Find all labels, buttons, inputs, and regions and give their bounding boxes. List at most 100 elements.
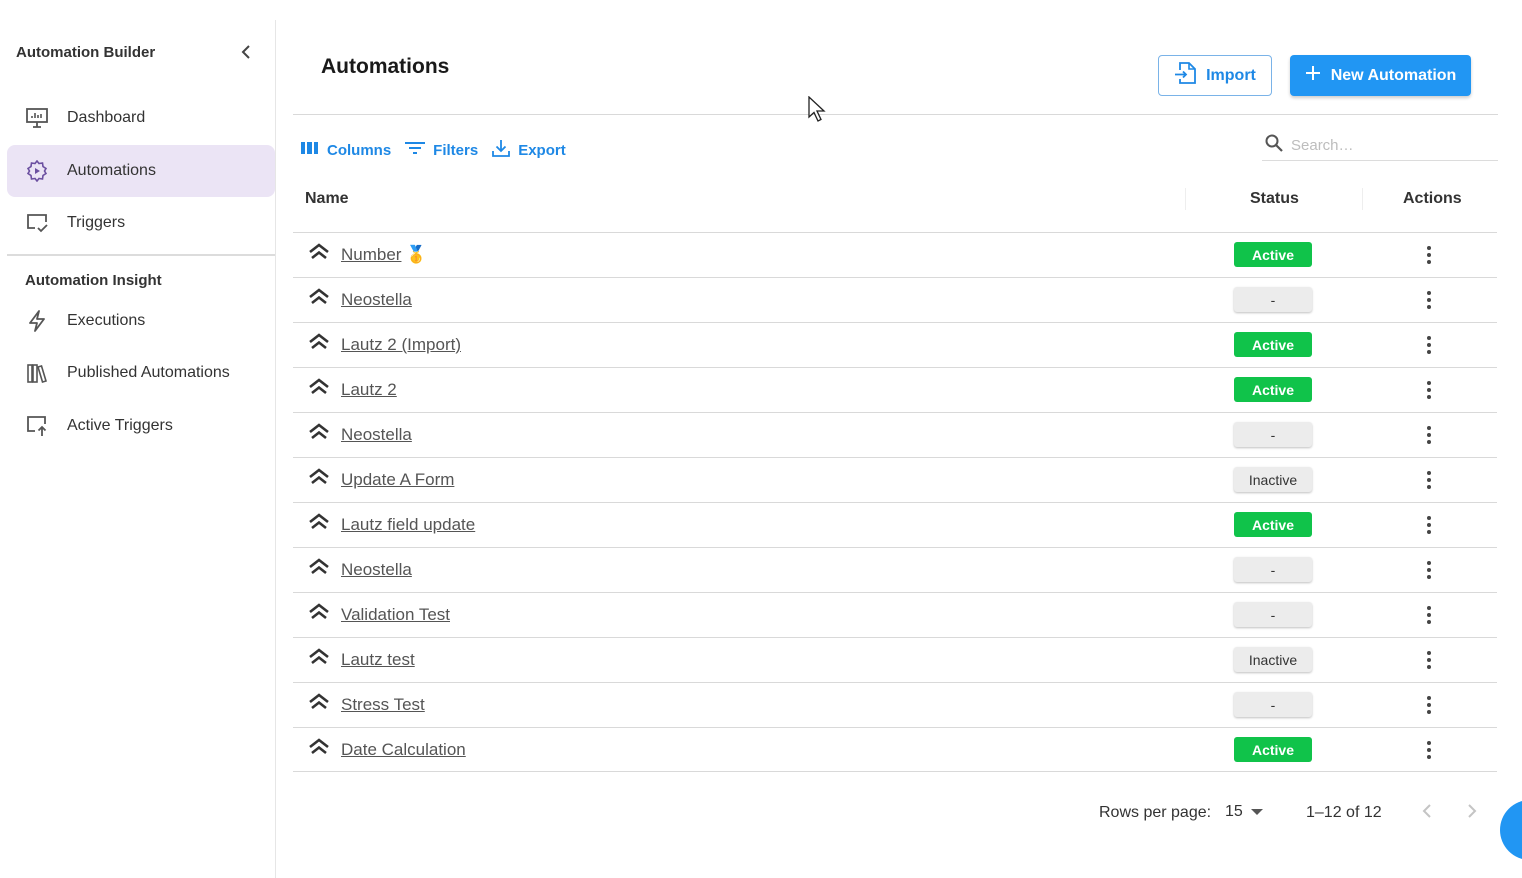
automation-name-link[interactable]: Lautz 2 (Import)	[341, 335, 461, 355]
double-chevron-up-icon[interactable]	[308, 648, 330, 666]
double-chevron-up-icon[interactable]	[308, 378, 330, 396]
rows-per-page-value: 15	[1225, 803, 1243, 820]
double-chevron-up-icon[interactable]	[308, 468, 330, 486]
automation-name-link[interactable]: Neostella	[341, 560, 412, 580]
automation-name-link[interactable]: Neostella	[341, 290, 412, 310]
table-toolbar: Columns Filters Export	[301, 139, 566, 161]
automation-name: Lautz field update	[341, 515, 476, 534]
automation-name-link[interactable]: Lautz 2	[341, 380, 397, 400]
column-separator[interactable]	[1362, 188, 1363, 210]
status-badge: Active	[1234, 242, 1312, 267]
pagination-range: 1–12 of 12	[1306, 804, 1382, 821]
double-chevron-up-icon[interactable]	[308, 693, 330, 711]
automation-name: Neostella	[341, 560, 412, 579]
more-vertical-icon[interactable]	[1419, 649, 1439, 671]
more-vertical-icon[interactable]	[1419, 739, 1439, 761]
search-input[interactable]	[1291, 137, 1491, 154]
automation-name-link[interactable]: Update A Form	[341, 470, 454, 490]
table-row: Stress Test -	[293, 682, 1497, 727]
more-vertical-icon[interactable]	[1419, 289, 1439, 311]
more-vertical-icon[interactable]	[1419, 424, 1439, 446]
library-icon	[25, 361, 49, 385]
sidebar-item-triggers[interactable]: Triggers	[7, 197, 275, 249]
table-row: Validation Test -	[293, 592, 1497, 637]
double-chevron-up-icon[interactable]	[308, 513, 330, 531]
sidebar-item-automations[interactable]: Automations	[7, 145, 275, 197]
export-button[interactable]: Export	[492, 139, 566, 161]
chevron-right-icon	[1467, 803, 1477, 824]
next-page-button[interactable]	[1461, 802, 1483, 824]
double-chevron-up-icon[interactable]	[308, 558, 330, 576]
column-separator[interactable]	[1185, 188, 1186, 210]
columns-button[interactable]: Columns	[301, 141, 391, 159]
import-button[interactable]: Import	[1158, 55, 1272, 96]
automation-name-link[interactable]: Date Calculation	[341, 740, 466, 760]
double-chevron-up-icon[interactable]	[308, 333, 330, 351]
lightning-icon	[25, 309, 49, 333]
status-badge: Active	[1234, 377, 1312, 402]
import-button-label: Import	[1206, 66, 1256, 84]
automation-name: Number	[341, 245, 402, 264]
sidebar-item-dashboard[interactable]: Dashboard	[7, 92, 275, 144]
mouse-cursor-icon	[808, 95, 828, 124]
column-header-status[interactable]: Status	[1250, 190, 1299, 208]
sidebar-item-label: Published Automations	[67, 364, 230, 381]
table-row: Update A Form Inactive	[293, 457, 1497, 502]
double-chevron-up-icon[interactable]	[308, 423, 330, 441]
status-badge: Inactive	[1234, 467, 1312, 492]
automation-name-link[interactable]: Validation Test	[341, 605, 450, 625]
double-chevron-up-icon[interactable]	[308, 243, 330, 261]
automation-name-link[interactable]: Neostella	[341, 425, 412, 445]
previous-page-button[interactable]	[1416, 802, 1438, 824]
table-row: Lautz field update Active	[293, 502, 1497, 547]
automation-name: Date Calculation	[341, 740, 466, 759]
filters-button[interactable]: Filters	[405, 141, 478, 159]
sidebar-item-published-automations[interactable]: Published Automations	[7, 347, 275, 399]
table-row: Neostella -	[293, 412, 1497, 457]
column-header-name[interactable]: Name	[305, 190, 349, 208]
double-chevron-up-icon[interactable]	[308, 288, 330, 306]
table-row: Number 🥇 Active	[293, 232, 1497, 277]
help-fab-button[interactable]	[1500, 800, 1522, 860]
page-title: Automations	[321, 55, 450, 78]
automation-name-link[interactable]: Stress Test	[341, 695, 425, 715]
caret-down-icon	[1250, 803, 1263, 821]
rows-per-page-select[interactable]: 15	[1225, 803, 1263, 821]
chevron-left-icon[interactable]	[236, 42, 256, 62]
sidebar-item-label: Automations	[67, 162, 156, 179]
more-vertical-icon[interactable]	[1419, 514, 1439, 536]
chevron-left-icon	[1422, 803, 1432, 824]
automation-name: Lautz 2 (Import)	[341, 335, 461, 354]
table-row: Lautz test Inactive	[293, 637, 1497, 682]
automation-name-link[interactable]: Number 🥇	[341, 245, 427, 265]
more-vertical-icon[interactable]	[1419, 604, 1439, 626]
sidebar-item-executions[interactable]: Executions	[7, 295, 275, 347]
screen-arrow-icon	[25, 414, 49, 438]
more-vertical-icon[interactable]	[1419, 694, 1439, 716]
status-badge: -	[1234, 287, 1312, 312]
plus-icon	[1305, 65, 1321, 86]
more-vertical-icon[interactable]	[1419, 559, 1439, 581]
automation-name: Validation Test	[341, 605, 450, 624]
more-vertical-icon[interactable]	[1419, 469, 1439, 491]
sidebar-header: Automation Builder	[16, 42, 256, 62]
status-badge: Active	[1234, 332, 1312, 357]
automation-name: Neostella	[341, 290, 412, 309]
automation-name-link[interactable]: Lautz field update	[341, 515, 475, 535]
status-badge: -	[1234, 557, 1312, 582]
automation-name-link[interactable]: Lautz test	[341, 650, 415, 670]
more-vertical-icon[interactable]	[1419, 334, 1439, 356]
status-badge: Inactive	[1234, 647, 1312, 672]
automation-name: Lautz 2	[341, 380, 397, 399]
automation-name: Lautz test	[341, 650, 415, 669]
more-vertical-icon[interactable]	[1419, 244, 1439, 266]
sidebar-item-active-triggers[interactable]: Active Triggers	[7, 400, 275, 452]
double-chevron-up-icon[interactable]	[308, 738, 330, 756]
gear-icon	[25, 159, 49, 183]
new-automation-button[interactable]: New Automation	[1290, 55, 1471, 96]
double-chevron-up-icon[interactable]	[308, 603, 330, 621]
more-vertical-icon[interactable]	[1419, 379, 1439, 401]
search-box	[1262, 131, 1498, 161]
monitor-icon	[25, 106, 49, 130]
rows-per-page-label: Rows per page:	[1099, 804, 1212, 821]
